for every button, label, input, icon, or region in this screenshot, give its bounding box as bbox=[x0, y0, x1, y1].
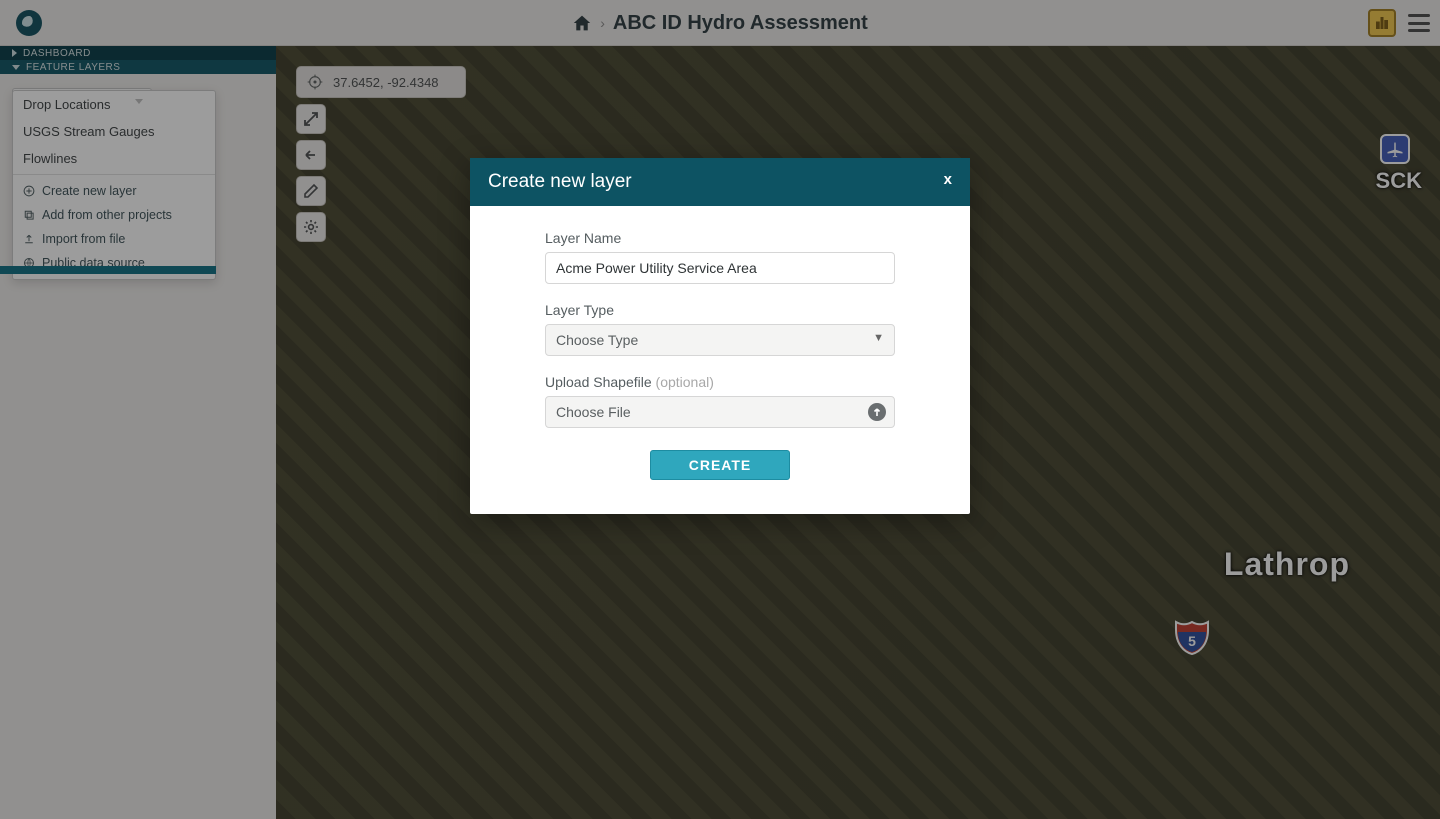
file-input[interactable]: Choose File bbox=[545, 396, 895, 428]
upload-shapefile-label: Upload Shapefile (optional) bbox=[545, 374, 895, 390]
file-placeholder: Choose File bbox=[556, 404, 631, 420]
modal-title: Create new layer bbox=[488, 171, 632, 193]
create-button[interactable]: CREATE bbox=[650, 450, 790, 480]
modal-body: Layer Name Layer Type Choose Type Upload… bbox=[470, 206, 970, 514]
layer-name-label: Layer Name bbox=[545, 230, 895, 246]
layer-name-input[interactable] bbox=[545, 252, 895, 284]
create-layer-modal: Create new layer x Layer Name Layer Type… bbox=[470, 158, 970, 514]
upload-circle-icon bbox=[868, 403, 886, 421]
layer-type-select[interactable]: Choose Type bbox=[545, 324, 895, 356]
close-button[interactable]: x bbox=[944, 171, 952, 188]
select-placeholder: Choose Type bbox=[556, 332, 638, 348]
modal-header: Create new layer x bbox=[470, 158, 970, 206]
layer-type-label: Layer Type bbox=[545, 302, 895, 318]
